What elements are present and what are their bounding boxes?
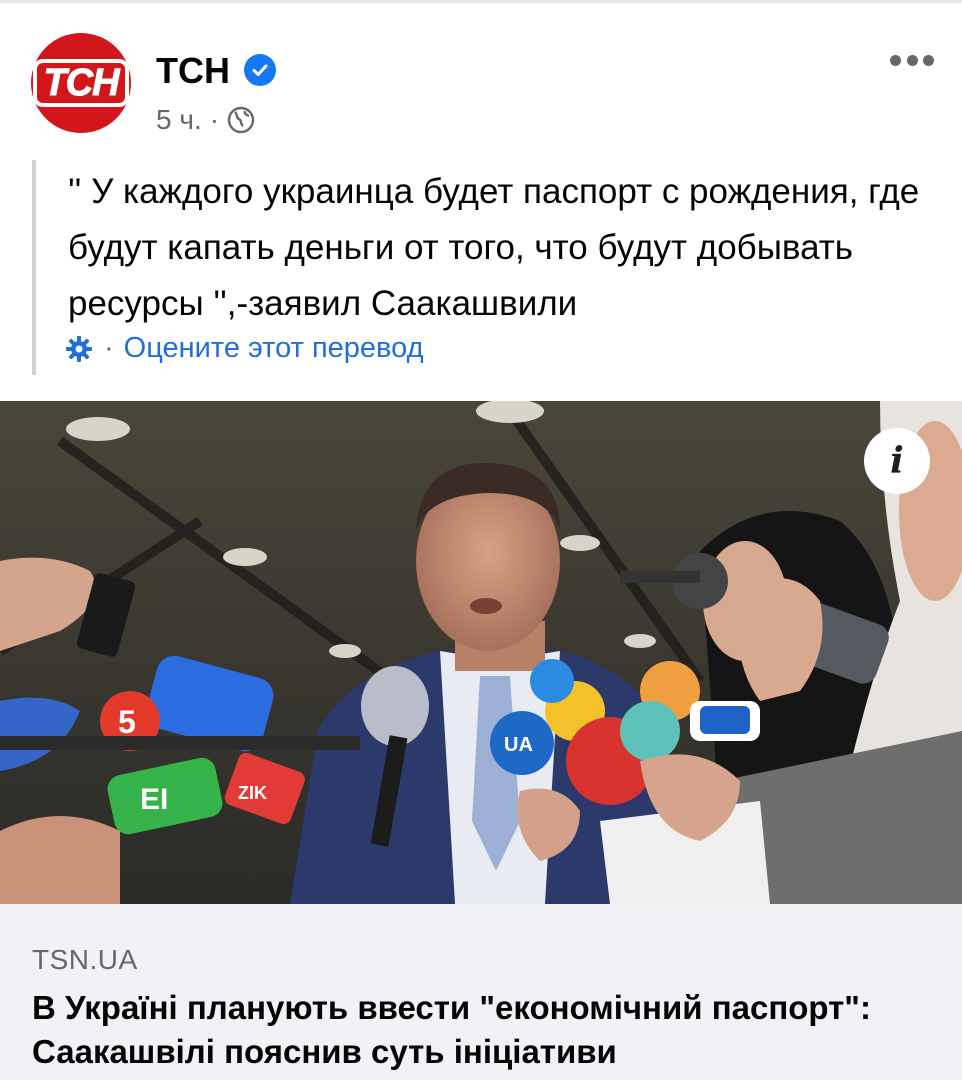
page-avatar[interactable]: ТСН bbox=[31, 33, 131, 133]
more-options-icon[interactable] bbox=[890, 50, 934, 70]
info-glyph: i bbox=[890, 440, 904, 482]
post-timestamp[interactable]: 5 ч. bbox=[156, 104, 202, 136]
meta-separator: · bbox=[209, 104, 220, 135]
svg-text:5: 5 bbox=[118, 704, 136, 740]
svg-text:EI: EI bbox=[140, 783, 168, 816]
post-header: ТСН ТСН 5 ч. · bbox=[0, 0, 962, 150]
translation-row: · Оцените этот перевод bbox=[64, 332, 424, 365]
link-title[interactable]: В Україні планують ввести "економічний п… bbox=[32, 986, 932, 1074]
page-name[interactable]: ТСН bbox=[156, 50, 230, 92]
post-photo[interactable]: 5 EI ZIK UA bbox=[0, 401, 962, 904]
translate-separator: · bbox=[104, 332, 114, 364]
info-icon[interactable]: i bbox=[864, 428, 930, 494]
post-text: '' У каждого украинца будет паспорт с ро… bbox=[68, 172, 920, 323]
globe-icon bbox=[227, 106, 255, 134]
rate-translation-link[interactable]: Оцените этот перевод bbox=[124, 332, 424, 365]
svg-text:UA: UA bbox=[504, 734, 533, 756]
link-preview[interactable]: TSN.UA В Україні планують ввести "економ… bbox=[0, 904, 962, 1080]
post-meta: 5 ч. · bbox=[156, 104, 255, 136]
press-conference-image: 5 EI ZIK UA bbox=[0, 401, 962, 904]
avatar-logo-text: ТСН bbox=[33, 59, 129, 107]
gear-icon[interactable] bbox=[64, 334, 94, 364]
post-body: '' У каждого украинца будет паспорт с ро… bbox=[32, 160, 946, 375]
svg-text:ZIK: ZIK bbox=[238, 783, 267, 803]
link-domain: TSN.UA bbox=[32, 944, 138, 975]
verified-check-icon bbox=[244, 54, 276, 86]
